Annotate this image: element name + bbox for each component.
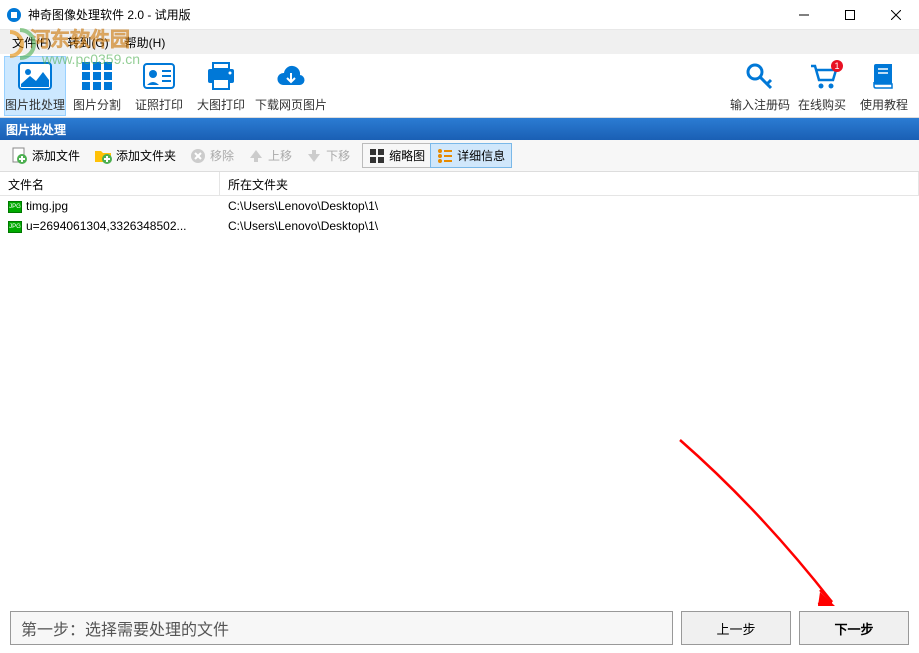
file-list[interactable]: JPG timg.jpg C:\Users\Lenovo\Desktop\1\ J… xyxy=(0,196,919,584)
maximize-button[interactable] xyxy=(827,0,873,30)
step-text: 第一步：选择需要处理的文件 xyxy=(10,611,673,645)
list-item[interactable]: JPG u=2694061304,3326348502... C:\Users\L… xyxy=(0,216,919,236)
tool-label: 下载网页图片 xyxy=(255,96,327,113)
add-folder-button[interactable]: 添加文件夹 xyxy=(88,144,182,168)
column-folder[interactable]: 所在文件夹 xyxy=(220,172,919,195)
remove-button[interactable]: 移除 xyxy=(184,144,240,167)
thumbnail-view-button[interactable]: 缩略图 xyxy=(363,144,431,167)
tool-label: 图片分割 xyxy=(73,96,121,113)
printer-icon xyxy=(206,58,236,94)
cloud-download-icon xyxy=(275,58,307,94)
minimize-icon xyxy=(799,10,809,20)
close-icon xyxy=(891,10,901,20)
menubar: 文件(F) 转到(G) 帮助(H) xyxy=(0,30,919,54)
book-icon xyxy=(870,58,898,94)
menu-goto[interactable]: 转到(G) xyxy=(59,32,116,53)
button-label: 上移 xyxy=(268,147,292,164)
menu-file[interactable]: 文件(F) xyxy=(4,32,59,53)
add-file-icon xyxy=(10,147,28,165)
id-card-icon xyxy=(143,58,175,94)
tool-download-web[interactable]: 下载网页图片 xyxy=(252,56,330,116)
button-label: 详细信息 xyxy=(457,147,505,164)
tool-big-print[interactable]: 大图打印 xyxy=(190,56,252,116)
key-icon xyxy=(745,58,775,94)
menu-help[interactable]: 帮助(H) xyxy=(117,32,174,53)
main-toolbar: 图片批处理 图片分割 证照打印 大图打印 下载网页图片 输入注册码 1 在线购买… xyxy=(0,54,919,118)
tool-label: 大图打印 xyxy=(197,96,245,113)
maximize-icon xyxy=(845,10,855,20)
remove-icon xyxy=(190,148,206,164)
thumbnail-icon xyxy=(369,148,385,164)
minimize-button[interactable] xyxy=(781,0,827,30)
column-filename[interactable]: 文件名 xyxy=(0,172,220,195)
file-folder: C:\Users\Lenovo\Desktop\1\ xyxy=(220,199,919,213)
tool-label: 输入注册码 xyxy=(730,96,790,113)
button-label: 下移 xyxy=(326,147,350,164)
tool-label: 图片批处理 xyxy=(5,96,65,113)
file-name: u=2694061304,3326348502... xyxy=(26,219,187,233)
app-icon xyxy=(6,7,22,23)
tool-batch-process[interactable]: 图片批处理 xyxy=(4,56,66,116)
tool-label: 证照打印 xyxy=(135,96,183,113)
grid-icon xyxy=(82,58,112,94)
move-up-button[interactable]: 上移 xyxy=(242,144,298,167)
next-button[interactable]: 下一步 xyxy=(799,611,909,645)
button-label: 缩略图 xyxy=(389,147,425,164)
move-down-button[interactable]: 下移 xyxy=(300,144,356,167)
tool-split[interactable]: 图片分割 xyxy=(66,56,128,116)
file-name: timg.jpg xyxy=(26,199,68,213)
section-header: 图片批处理 xyxy=(0,118,919,140)
view-toggle: 缩略图 详细信息 xyxy=(362,143,512,168)
file-folder: C:\Users\Lenovo\Desktop\1\ xyxy=(220,219,919,233)
titlebar: 神奇图像处理软件 2.0 - 试用版 xyxy=(0,0,919,30)
tool-label: 在线购买 xyxy=(798,96,846,113)
tool-register[interactable]: 输入注册码 xyxy=(729,56,791,116)
close-button[interactable] xyxy=(873,0,919,30)
tool-tutorial[interactable]: 使用教程 xyxy=(853,56,915,116)
tool-buy[interactable]: 1 在线购买 xyxy=(791,56,853,116)
prev-button[interactable]: 上一步 xyxy=(681,611,791,645)
button-label: 移除 xyxy=(210,147,234,164)
notification-badge: 1 xyxy=(831,60,843,72)
arrow-down-icon xyxy=(306,148,322,164)
add-file-button[interactable]: 添加文件 xyxy=(4,144,86,168)
footer: 第一步：选择需要处理的文件 上一步 下一步 xyxy=(0,603,919,653)
section-title: 图片批处理 xyxy=(6,121,66,138)
sub-toolbar: 添加文件 添加文件夹 移除 上移 下移 缩略图 详细信息 xyxy=(0,140,919,172)
image-icon xyxy=(18,58,52,94)
file-list-header: 文件名 所在文件夹 xyxy=(0,172,919,196)
button-label: 添加文件夹 xyxy=(116,147,176,164)
button-label: 添加文件 xyxy=(32,147,80,164)
tool-id-print[interactable]: 证照打印 xyxy=(128,56,190,116)
arrow-up-icon xyxy=(248,148,264,164)
add-folder-icon xyxy=(94,147,112,165)
jpg-file-icon: JPG xyxy=(8,221,22,233)
list-icon xyxy=(437,148,453,164)
window-controls xyxy=(781,0,919,30)
window-title: 神奇图像处理软件 2.0 - 试用版 xyxy=(28,6,781,23)
tool-label: 使用教程 xyxy=(860,96,908,113)
jpg-file-icon: JPG xyxy=(8,201,22,213)
list-item[interactable]: JPG timg.jpg C:\Users\Lenovo\Desktop\1\ xyxy=(0,196,919,216)
details-view-button[interactable]: 详细信息 xyxy=(430,143,512,168)
